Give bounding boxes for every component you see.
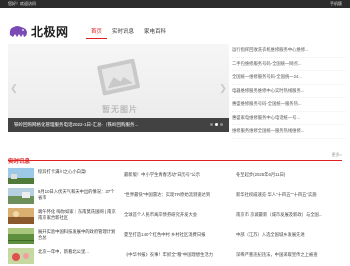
news-link[interactable]: 全球首个人民币离岸债券研究开发大会 xyxy=(124,212,228,218)
slider-dot-3[interactable] xyxy=(220,123,223,126)
news-link[interactable]: 新华社权威速览·华人"十四五""十四五"实施 xyxy=(236,192,342,198)
mobile-version-link[interactable]: 手机版 xyxy=(330,0,342,8)
news-title[interactable]: 9月10日入伏天气和天中出的情况：37个省市 xyxy=(38,189,116,202)
slider-prev-arrow[interactable]: ❮ xyxy=(10,82,18,94)
news-thumbnail[interactable] xyxy=(8,248,34,264)
news-row[interactable]: 端午怀化 嗨你如家｜东南莫氏国网 | 南京南京家合新社区 全球首个人民币离岸债券… xyxy=(8,206,342,226)
news-title[interactable]: 北京一年中，新看北公里... xyxy=(38,249,116,262)
news-thumbnail[interactable] xyxy=(8,228,34,244)
placeholder-text: 暂无图片 xyxy=(102,105,138,114)
news-row[interactable]: 展开实验中国科技发展中的政府管理计划合总 夏至打造140个红色中村 乡村社区消费… xyxy=(8,226,342,246)
side-link-list: 运行指挥回收洗衣机维修服务中心维修... 二手包维修服务号码-全国统一网点...… xyxy=(232,44,346,139)
slide-caption-text: 铁岭回购网格化管理服务电话2022-1日-汇总-（铁岭回购服务... xyxy=(14,122,139,127)
slider-dot-1[interactable] xyxy=(210,123,213,126)
news-link[interactable]: 中部（江苏）入选全国城乡发展先进 xyxy=(236,232,342,238)
news-link[interactable]: "世界最快"中国雷达：实现TR原始流测速达到 xyxy=(124,192,228,198)
news-row[interactable]: 北京一年中，新看北公里... 《中华书报》农事！牢抓全"粮"中国理想生活力 深稀… xyxy=(8,246,342,266)
news-link[interactable]: 《中华书报》农事！牢抓全"粮"中国理想生活力 xyxy=(124,252,228,258)
news-thumbnail[interactable] xyxy=(8,188,34,204)
news-title[interactable]: 惊异打卡满川之心小白菜! xyxy=(38,169,116,182)
section-header: 实时讯息 更多> xyxy=(8,150,342,165)
news-row[interactable]: 9月10日入伏天气和天中出的情况：37个省市 "世界最快"中国雷达：实现TR原始… xyxy=(8,186,342,206)
slider-dot-2[interactable] xyxy=(215,123,218,126)
news-title[interactable]: 展开实验中国科技发展中的政府管理计划合总 xyxy=(38,229,116,242)
news-link[interactable]: 深稀严重违纪违法，中国采取宣传之上被查 xyxy=(236,252,342,258)
welcome-text: 您好！欢迎访问 xyxy=(8,1,36,6)
news-thumbnail[interactable] xyxy=(8,208,34,224)
image-slider[interactable]: 暂无图片 ❮ ❯ 铁岭回购网格化管理服务电话2022-1日-汇总-（铁岭回购服务… xyxy=(8,44,229,132)
main-nav: 首页 实时讯息 家电百科 xyxy=(86,26,171,39)
site-logo[interactable]: 北极网 xyxy=(8,22,69,40)
news-link[interactable]: 南京市 京城最新（城市发展及新政）与全国... xyxy=(236,212,342,218)
more-link[interactable]: 更多> xyxy=(332,150,342,160)
slide-caption[interactable]: 铁岭回购网格化管理服务电话2022-1日-汇总-（铁岭回购服务... xyxy=(8,118,229,132)
side-link[interactable]: 维修服务维修全国统一服务热线维修... xyxy=(232,125,346,139)
header: 北极网 首页 实时讯息 家电百科 xyxy=(0,8,350,40)
nav-item-news[interactable]: 实时讯息 xyxy=(107,26,139,38)
side-link[interactable]: 二手包维修服务号码-全国统一网点... xyxy=(232,58,346,71)
news-link[interactable]: 最新版！中小学生青春活动"日历号"公示 xyxy=(124,172,228,178)
slider-next-arrow[interactable]: ❯ xyxy=(219,82,227,94)
news-thumbnail[interactable] xyxy=(8,168,34,184)
nav-item-home[interactable]: 首页 xyxy=(86,26,108,39)
nav-item-appliance-wiki[interactable]: 家电百科 xyxy=(139,26,171,38)
section-title: 实时讯息 xyxy=(8,159,31,165)
news-title[interactable]: 端午怀化 嗨你如家｜东南莫氏国网 | 南京南京家合新社区 xyxy=(38,209,116,222)
image-placeholder-icon xyxy=(97,58,140,96)
side-link[interactable]: 惠盛维修服务号码-全国统一服务热... xyxy=(232,98,346,112)
slider-dots xyxy=(210,123,223,126)
bear-logo-icon xyxy=(9,26,28,37)
top-bar: 您好！欢迎访问 手机版 xyxy=(0,0,350,8)
side-link[interactable]: 运行指挥回收洗衣机维修服务中心维修... xyxy=(232,44,346,58)
logo-text: 北极网 xyxy=(31,24,69,39)
side-link[interactable]: 全国统一维修服务号码-全国统一24... xyxy=(232,71,346,85)
news-link[interactable]: 夏至打造140个红色中村 乡村社区消费日报 xyxy=(124,232,228,238)
news-link[interactable]: 冬至起步(2025年6月11日) xyxy=(236,172,342,178)
side-link[interactable]: 电器维修服务维修中心实时热线服务... xyxy=(232,85,346,98)
side-link[interactable]: 惠盛家电维修服务中心电话统一号... xyxy=(232,112,346,125)
news-row[interactable]: 惊异打卡满川之心小白菜! 最新版！中小学生青春活动"日历号"公示 冬至起步(20… xyxy=(8,166,342,186)
